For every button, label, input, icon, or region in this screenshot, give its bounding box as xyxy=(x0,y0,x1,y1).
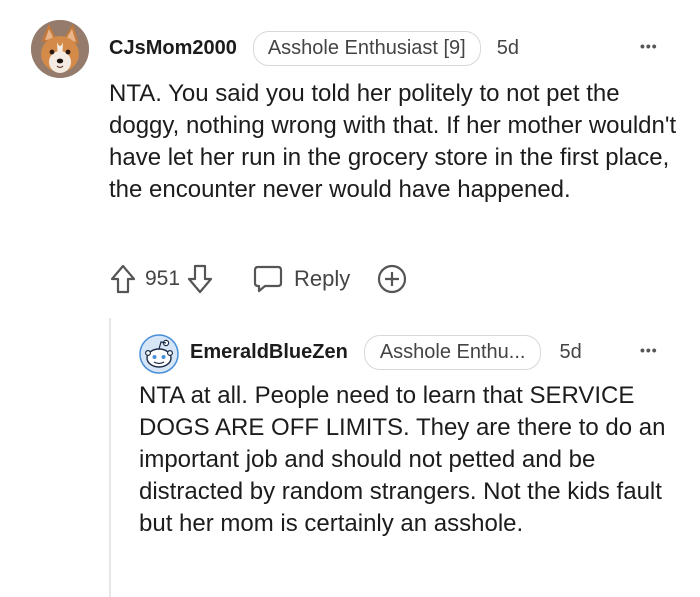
user-avatar[interactable] xyxy=(31,20,89,78)
comment-more-label: ••• xyxy=(640,38,658,54)
comment-username[interactable]: CJsMom2000 xyxy=(109,37,237,60)
comment-timestamp: 5d xyxy=(496,36,519,59)
upvote-icon[interactable] xyxy=(109,263,137,295)
comment: CJsMom2000 Asshole Enthusiast [9] 5d •••… xyxy=(0,0,700,310)
comment-user-flair: Asshole Enthusiast [9] xyxy=(252,30,481,66)
comment-body: NTA. You said you told her politely to n… xyxy=(109,80,677,203)
reply-more-label: ••• xyxy=(640,342,658,358)
reply-button[interactable]: Reply xyxy=(252,264,350,294)
reply-icon xyxy=(252,264,284,294)
downvote-icon[interactable] xyxy=(186,263,214,295)
vote-score: 951 xyxy=(145,267,181,290)
comment-meta: CJsMom2000 Asshole Enthusiast [9] 5d xyxy=(109,30,519,66)
reply-timestamp: 5d xyxy=(559,340,582,363)
reply-body: NTA at all. People need to learn that SE… xyxy=(139,382,666,537)
more-icon[interactable]: ••• xyxy=(640,38,658,54)
reply-username[interactable]: EmeraldBlueZen xyxy=(190,341,348,364)
reply-user-avatar[interactable] xyxy=(139,334,179,374)
comment-actions: 951 Reply xyxy=(109,262,408,296)
reply-user-flair: Asshole Enthu... xyxy=(363,334,542,370)
reply-comment: EmeraldBlueZen Asshole Enthu... 5d ••• N… xyxy=(0,320,700,597)
award-icon[interactable] xyxy=(376,263,408,295)
reply-more-icon[interactable]: ••• xyxy=(640,342,658,358)
reply-meta: EmeraldBlueZen Asshole Enthu... 5d xyxy=(190,334,582,370)
reply-label: Reply xyxy=(294,266,351,291)
